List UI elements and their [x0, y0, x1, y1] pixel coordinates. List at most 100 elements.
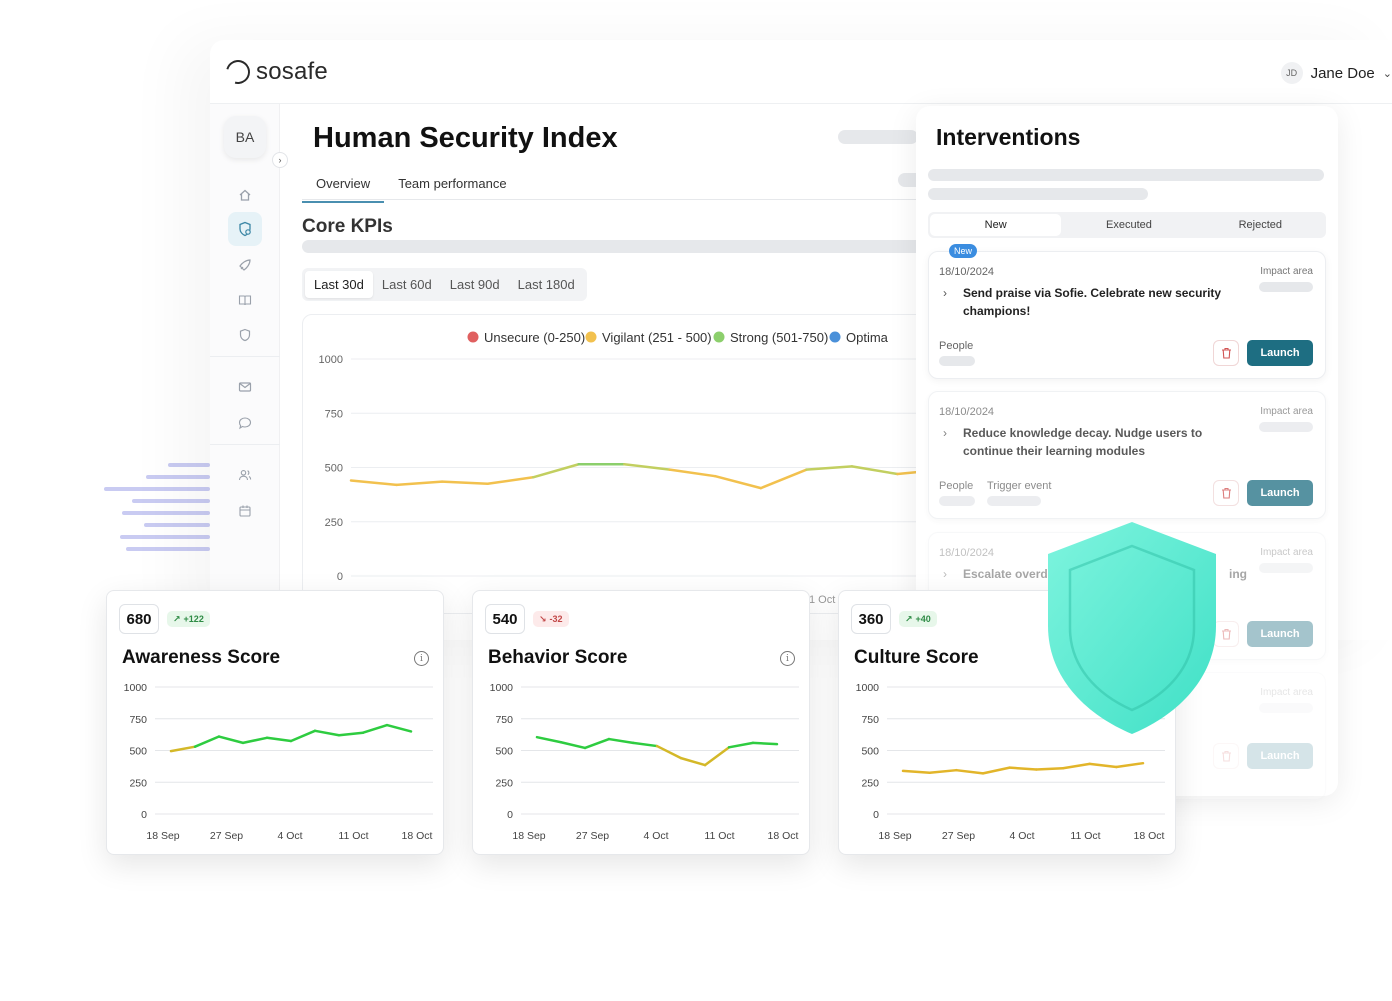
people-label: People [939, 480, 974, 492]
x-tick-label: 27 Sep [942, 830, 975, 842]
panel-title: Interventions [936, 124, 1081, 150]
section-title: Core KPIs [302, 216, 393, 237]
chevron-down-icon: ⌄ [1382, 67, 1392, 80]
range-180d[interactable]: Last 180d [509, 271, 584, 298]
legend-label: Optima [846, 330, 889, 345]
expand-chevron-icon[interactable]: › [943, 426, 947, 440]
trash-icon [1221, 347, 1231, 359]
impact-area-label: Impact area [1260, 266, 1313, 277]
score-line-segment [607, 737, 635, 745]
y-tick-label: 1000 [490, 682, 514, 694]
y-tick-label: 250 [861, 777, 879, 789]
shield-icon[interactable] [210, 318, 280, 352]
mail-icon[interactable] [210, 370, 280, 404]
legend-label: Strong (501-750) [730, 330, 828, 345]
score-line-segment [955, 768, 985, 775]
score-line-segment [265, 736, 293, 743]
score-line-segment [1035, 767, 1065, 771]
score-line-segment [928, 768, 958, 774]
legend-dot [829, 331, 841, 343]
range-90d[interactable]: Last 90d [441, 271, 509, 298]
x-tick-label: 4 Oct [1009, 830, 1034, 842]
stage: sosafe JD Jane Doe ⌄ BA › Human Security… [0, 0, 1392, 1001]
expand-chevron-icon[interactable]: › [943, 567, 947, 581]
interventions-tabs: New Executed Rejected [928, 212, 1326, 238]
score-line-segment [583, 737, 611, 750]
rocket-icon[interactable] [210, 248, 280, 282]
workspace-avatar[interactable]: BA [224, 116, 266, 158]
brand-logo[interactable]: sosafe [221, 55, 328, 89]
expand-sidebar-icon[interactable]: › [272, 152, 288, 168]
page-title: Human Security Index [313, 122, 618, 154]
user-menu[interactable]: JD Jane Doe ⌄ [1280, 62, 1392, 84]
score-line-segment [751, 741, 779, 746]
skeleton-placeholder [302, 240, 942, 253]
impact-area-label: Impact area [1260, 687, 1313, 698]
kpi-line-segment [805, 465, 854, 471]
security-index-icon[interactable] [228, 212, 262, 246]
range-30d[interactable]: Last 30d [305, 271, 373, 298]
behavior-chart: 0 250 500 750 1000 18 Sep 27 Sep 4 Oct 11 Oct 18 … [490, 682, 799, 842]
score-line-segment [337, 731, 365, 737]
y-tick-label: 500 [129, 746, 147, 758]
kpi-line-segment [440, 480, 489, 486]
chat-icon[interactable] [210, 406, 280, 440]
calendar-icon[interactable] [210, 494, 280, 528]
x-tick-label: 11 Oct [1070, 830, 1100, 842]
time-range-selector: Last 30d Last 60d Last 90d Last 180d [302, 268, 587, 301]
impact-area-label: Impact area [1260, 547, 1313, 558]
score-line-segment [1008, 766, 1038, 771]
x-tick-label: 27 Sep [210, 830, 243, 842]
y-tick-label: 750 [495, 714, 513, 726]
logo-mark-icon [221, 55, 255, 89]
tab-new[interactable]: New [930, 214, 1062, 236]
y-tick-label: 500 [325, 463, 343, 475]
kpi-line-segment [349, 479, 398, 487]
kpi-line-segment [668, 468, 717, 478]
users-icon[interactable] [210, 458, 280, 492]
core-kpi-chart: Unsecure (0-250) Vigilant (251 - 500) Stro… [302, 314, 945, 614]
user-name: Jane Doe [1310, 64, 1375, 82]
score-card-awareness: 680 ↗ +122 Awareness Score i 0 250 500 750 10… [106, 590, 444, 855]
book-icon[interactable] [210, 283, 280, 317]
score-line-segment [313, 729, 341, 737]
launch-button[interactable]: Launch [1247, 621, 1313, 647]
x-tick-label: 18 Sep [512, 830, 545, 842]
y-tick-label: 500 [495, 746, 513, 758]
y-tick-label: 250 [129, 777, 147, 789]
y-tick-label: 1000 [124, 682, 148, 694]
range-60d[interactable]: Last 60d [373, 271, 441, 298]
kpi-line-segment [486, 476, 535, 486]
delete-button[interactable] [1213, 743, 1239, 769]
home-icon[interactable] [210, 178, 280, 212]
intervention-card[interactable]: 18/10/2024 Impact area › Reduce knowledg… [928, 391, 1326, 519]
score-line-segment [1115, 761, 1145, 769]
delete-button[interactable] [1213, 340, 1239, 366]
card-text: Send praise via Sofie. Celebrate new sec… [963, 286, 1222, 318]
people-label: People [939, 340, 974, 352]
y-tick-label: 750 [129, 714, 147, 726]
kpi-line-segment [531, 462, 580, 479]
expand-chevron-icon[interactable]: › [943, 286, 947, 300]
x-tick-label: 18 Sep [878, 830, 911, 842]
x-tick-label: 18 Oct [768, 830, 799, 842]
launch-button[interactable]: Launch [1247, 743, 1313, 769]
intervention-card[interactable]: New 18/10/2024 Impact area › Send praise… [928, 244, 1326, 379]
x-tick-label: 11 Oct [704, 830, 734, 842]
kpi-line-segment [714, 474, 763, 490]
score-line-segment [655, 744, 683, 760]
tab-rejected[interactable]: Rejected [1195, 212, 1326, 238]
impact-area-label: Impact area [1260, 406, 1313, 417]
launch-button[interactable]: Launch [1247, 340, 1313, 366]
sidebar: BA › [210, 104, 288, 640]
score-line-segment [217, 735, 245, 745]
tab-executed[interactable]: Executed [1063, 212, 1194, 238]
delete-button[interactable] [1213, 480, 1239, 506]
score-line-segment [559, 740, 587, 750]
y-tick-label: 0 [141, 809, 147, 821]
launch-button[interactable]: Launch [1247, 480, 1313, 506]
score-line-segment [385, 723, 413, 733]
x-tick-label: 4 Oct [643, 830, 668, 842]
x-tick-label: 4 Oct [277, 830, 302, 842]
score-line-segment [679, 756, 707, 767]
